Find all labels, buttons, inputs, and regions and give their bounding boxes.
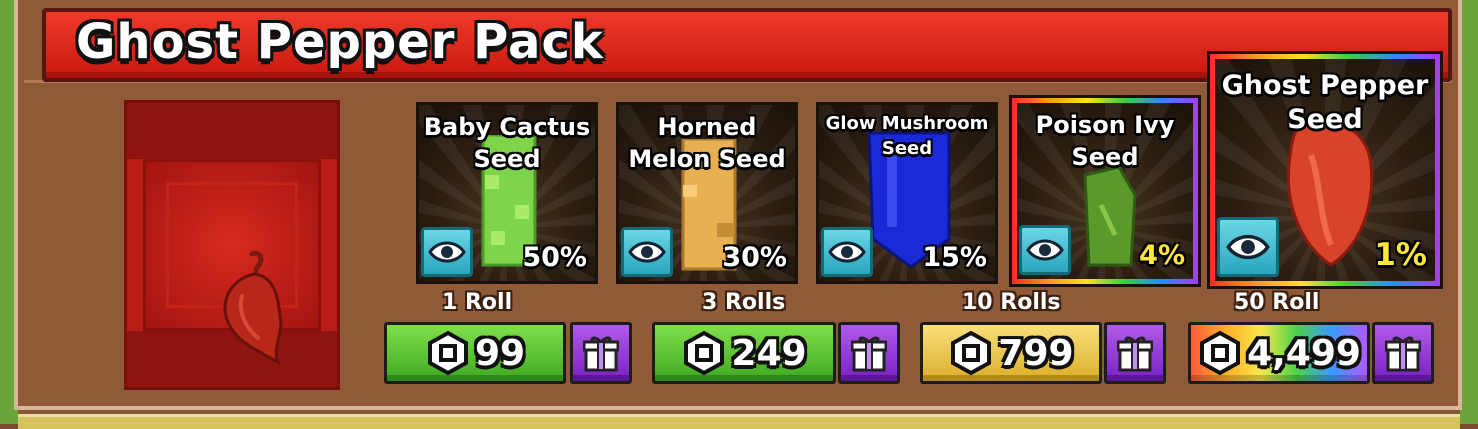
roll-count-label: 3 Rolls	[702, 290, 786, 315]
view-seed-button[interactable]	[1019, 225, 1071, 275]
seed-card-glow-mushroom: Glow Mushroom Seed 15%	[816, 102, 998, 284]
eye-icon	[628, 241, 666, 263]
view-seed-button[interactable]	[421, 227, 473, 277]
seed-name-line1: Glow Mushroom	[825, 113, 989, 134]
next-panel-edge	[18, 414, 1460, 429]
robux-icon	[951, 330, 992, 376]
buy-50-roll-button[interactable]: 4,499	[1188, 322, 1370, 384]
seed-name-line2: Melon Seed	[628, 145, 786, 173]
eye-icon	[1226, 234, 1270, 260]
eye-icon	[828, 241, 866, 263]
buy-3-rolls-button[interactable]: 249	[652, 322, 836, 384]
view-seed-button[interactable]	[821, 227, 873, 277]
gift-1-roll-button[interactable]	[570, 322, 632, 384]
seed-name-line2: Seed	[473, 145, 541, 173]
gift-icon	[851, 336, 887, 372]
price-value: 249	[731, 332, 807, 374]
seed-name-line2: Seed	[1287, 104, 1363, 135]
roll-count-label: 1 Roll	[442, 290, 513, 315]
robux-icon	[1200, 330, 1241, 376]
robux-icon	[427, 330, 468, 376]
roll-count-label: 10 Rolls	[962, 290, 1061, 315]
eye-icon	[428, 241, 466, 263]
seed-chance: 50%	[522, 242, 587, 273]
seed-name-line2: Seed	[881, 138, 933, 159]
price-value: 799	[998, 332, 1074, 374]
seed-name-line1: Poison Ivy	[1035, 111, 1175, 139]
seed-name-line1: Baby Cactus	[423, 113, 591, 141]
seed-chance: 4%	[1139, 240, 1185, 271]
view-seed-button[interactable]	[1217, 217, 1279, 277]
buy-1-roll-button[interactable]: 99	[384, 322, 566, 384]
seed-chance: 30%	[722, 242, 787, 273]
gift-3-rolls-button[interactable]	[838, 322, 900, 384]
pack-title: Ghost Pepper Pack	[76, 14, 604, 70]
seed-name-line1: Ghost Pepper	[1221, 70, 1429, 101]
seed-chance: 15%	[922, 242, 987, 273]
ghost-pepper-seed-icon	[1286, 119, 1374, 267]
seed-name-line1: Horned	[657, 113, 757, 141]
ghost-pepper-icon	[223, 250, 283, 366]
gift-icon	[583, 336, 619, 372]
poison-ivy-seed-icon	[1083, 165, 1137, 267]
seed-name-line2: Seed	[1071, 143, 1139, 171]
seed-card-baby-cactus: Baby Cactus Seed 50%	[416, 102, 598, 284]
price-value: 99	[474, 332, 526, 374]
seed-chance: 1%	[1374, 237, 1427, 273]
seed-card-horned-melon: Horned Melon Seed 30%	[616, 102, 798, 284]
roll-count-label: 50 Roll	[1234, 290, 1320, 315]
buy-10-rolls-button[interactable]: 799	[920, 322, 1102, 384]
robux-icon	[684, 330, 725, 376]
eye-icon	[1026, 239, 1064, 261]
gift-10-rolls-button[interactable]	[1104, 322, 1166, 384]
gift-50-roll-button[interactable]	[1372, 322, 1434, 384]
gift-icon	[1385, 336, 1421, 372]
view-seed-button[interactable]	[621, 227, 673, 277]
price-value: 4,499	[1247, 332, 1361, 374]
seed-card-poison-ivy: Poison Ivy Seed 4%	[1012, 98, 1198, 284]
seed-card-ghost-pepper: Ghost Pepper Seed 1%	[1210, 54, 1440, 286]
gift-icon	[1117, 336, 1153, 372]
pack-image	[124, 100, 340, 390]
